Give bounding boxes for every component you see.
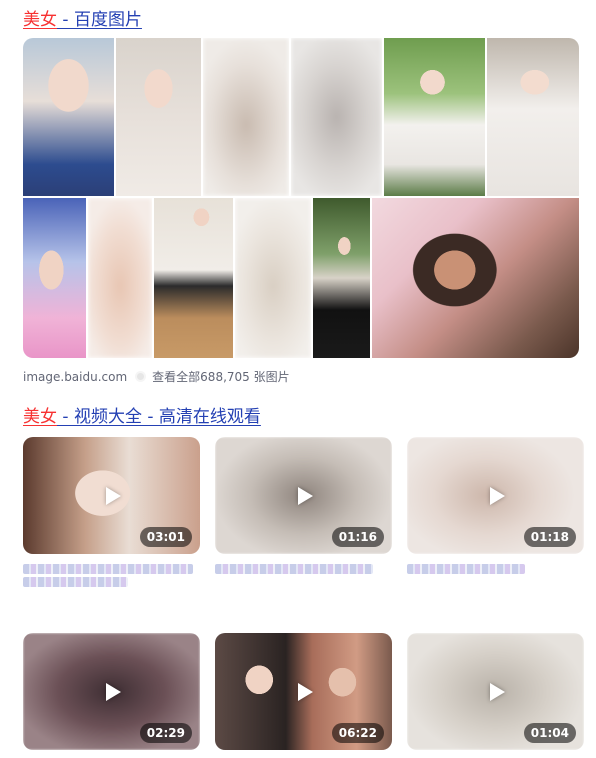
title-keyword: 美女 — [23, 10, 57, 30]
videos-section-title[interactable]: 美女 - 视频大全 - 高清在线观看 — [23, 406, 261, 428]
title-keyword: 美女 — [23, 407, 57, 427]
image-thumb-12[interactable] — [372, 198, 579, 358]
image-thumb-3[interactable] — [203, 38, 289, 196]
video-duration: 01:16 — [331, 527, 384, 547]
images-section-title[interactable]: 美女 - 百度图片 — [23, 9, 142, 31]
play-icon — [297, 682, 313, 701]
play-icon — [489, 682, 505, 701]
image-grid — [23, 38, 579, 358]
video-meta-1 — [23, 602, 95, 614]
image-thumb-6[interactable] — [487, 38, 579, 196]
play-icon — [105, 486, 121, 505]
image-thumb-2[interactable] — [116, 38, 201, 196]
video-card-5[interactable]: 06:22 — [215, 633, 392, 750]
video-title-blurred-1[interactable] — [23, 561, 200, 587]
image-thumb-8[interactable] — [88, 198, 152, 358]
video-duration: 03:01 — [139, 527, 192, 547]
image-thumb-4[interactable] — [291, 38, 382, 196]
video-card-6[interactable]: 01:04 — [407, 633, 584, 750]
video-duration: 01:18 — [523, 527, 576, 547]
image-thumb-7[interactable] — [23, 198, 86, 358]
video-card-4[interactable]: 02:29 — [23, 633, 200, 750]
video-duration: 06:22 — [331, 723, 384, 743]
image-thumb-5[interactable] — [384, 38, 485, 196]
video-meta-3 — [407, 583, 475, 595]
title-rest: - 视频大全 - 高清在线观看 — [57, 407, 261, 427]
image-thumb-1[interactable] — [23, 38, 114, 196]
image-thumb-10[interactable] — [235, 198, 311, 358]
play-icon — [489, 486, 505, 505]
source-favicon-icon — [135, 371, 147, 382]
play-icon — [105, 682, 121, 701]
video-title-blurred-3[interactable] — [407, 561, 584, 574]
video-duration: 02:29 — [139, 723, 192, 743]
image-thumb-9[interactable] — [154, 198, 233, 358]
source-site: image.baidu.com — [23, 370, 128, 384]
video-card-1[interactable]: 03:01 — [23, 437, 200, 554]
view-all-images-link[interactable]: 查看全部688,705 张图片 — [152, 370, 289, 384]
video-duration: 01:04 — [523, 723, 576, 743]
image-source-row: image.baidu.com 查看全部688,705 张图片 — [23, 368, 290, 385]
video-card-3[interactable]: 01:18 — [407, 437, 584, 554]
video-title-blurred-2[interactable] — [215, 561, 392, 574]
image-thumb-11[interactable] — [313, 198, 370, 358]
video-meta-2 — [215, 583, 275, 595]
play-icon — [297, 486, 313, 505]
video-card-2[interactable]: 01:16 — [215, 437, 392, 554]
title-rest: - 百度图片 — [57, 10, 142, 30]
